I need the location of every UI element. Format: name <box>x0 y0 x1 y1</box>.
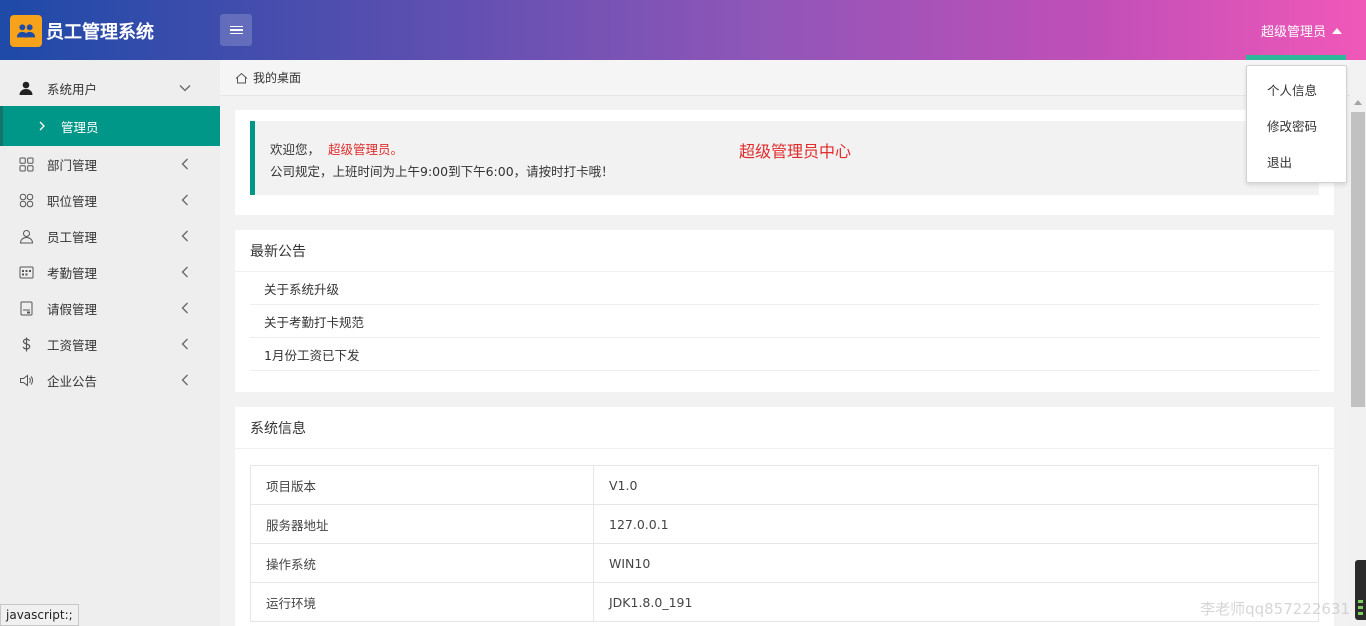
system-info-table: 项目版本 V1.0 服务器地址 127.0.0.1 操作系统 WIN10 运行环境 JD… <box>250 465 1319 622</box>
notice-item[interactable]: 关于考勤打卡规范 <box>250 305 1319 338</box>
info-key: 操作系统 <box>250 543 594 583</box>
notice-card: 最新公告 关于系统升级 关于考勤打卡规范 1月份工资已下发 <box>235 230 1334 392</box>
menu-item-change-password[interactable]: 修改密码 <box>1247 107 1346 143</box>
chevron-left-icon <box>178 337 192 351</box>
flower-icon <box>18 192 34 208</box>
notice-title: 最新公告 <box>235 230 1334 272</box>
info-value: V1.0 <box>593 465 1319 505</box>
sidebar-item-label: 企业公告 <box>47 373 98 389</box>
calendar-icon <box>18 264 34 280</box>
users-icon <box>16 24 36 38</box>
chevron-down-icon <box>178 81 192 95</box>
chevron-left-icon <box>178 373 192 387</box>
table-row: 操作系统 WIN10 <box>250 543 1319 583</box>
work-hours-rule: 公司规定，上班时间为上午9:00到下午6:00，请按时打卡哦！ <box>270 164 614 179</box>
sidebar-toggle-button[interactable] <box>220 14 252 46</box>
caret-up-icon <box>1332 27 1342 34</box>
browser-status-bar: javascript:; <box>0 604 79 626</box>
menu-item-logout[interactable]: 退出 <box>1247 143 1346 179</box>
person-icon <box>18 228 34 244</box>
table-row: 服务器地址 127.0.0.1 <box>250 504 1319 544</box>
home-icon <box>235 72 248 83</box>
sidebar-item-label: 工资管理 <box>47 337 98 353</box>
app-logo <box>10 15 42 47</box>
notice-item[interactable]: 1月份工资已下发 <box>250 338 1319 371</box>
vertical-scrollbar[interactable] <box>1350 96 1366 626</box>
table-row: 运行环境 JDK1.8.0_191 <box>250 582 1319 622</box>
welcome-greeting: 欢迎您， 超级管理员。 <box>270 139 403 158</box>
user-name: 超级管理员 <box>1260 25 1326 40</box>
sidebar-item-leave[interactable]: 请假管理 <box>0 290 220 326</box>
notice-list: 关于系统升级 关于考勤打卡规范 1月份工资已下发 <box>235 272 1334 371</box>
welcome-card: 欢迎您， 超级管理员。 公司规定，上班时间为上午9:00到下午6:00，请按时打卡… <box>235 110 1334 215</box>
main-content: 我的桌面 欢迎您， 超级管理员。 公司规定，上班时间为上午9:00到下午6:00，… <box>220 60 1350 626</box>
sidebar-item-label: 系统用户 <box>47 81 98 97</box>
info-key: 运行环境 <box>250 582 594 622</box>
sidebar-item-department[interactable]: 部门管理 <box>0 146 220 182</box>
sidebar-item-label: 职位管理 <box>47 193 98 209</box>
breadcrumb-home[interactable]: 我的桌面 <box>253 69 301 86</box>
sidebar-item-employee[interactable]: 员工管理 <box>0 218 220 254</box>
breadcrumb: 我的桌面 <box>220 60 1350 96</box>
sidebar-item-salary[interactable]: 工资管理 <box>0 326 220 362</box>
system-info-title: 系统信息 <box>235 407 1334 449</box>
chevron-left-icon <box>178 301 192 315</box>
sidebar-item-system-users[interactable]: 系统用户 <box>0 70 220 106</box>
chevron-left-icon <box>178 265 192 279</box>
user-menu-button[interactable]: 超级管理员 <box>1261 21 1342 40</box>
sidebar-item-label: 员工管理 <box>47 229 98 245</box>
sidebar: 系统用户 管理员 部门管理 职位管理 员工管理 考勤管理 请假管理 工资管理 企… <box>0 60 220 626</box>
sidebar-item-label: 请假管理 <box>47 301 98 317</box>
user-dropdown-menu: 个人信息 修改密码 退出 <box>1246 65 1347 183</box>
sidebar-item-attendance[interactable]: 考勤管理 <box>0 254 220 290</box>
info-value: 127.0.0.1 <box>593 504 1319 544</box>
info-key: 项目版本 <box>250 465 594 505</box>
info-key: 服务器地址 <box>250 504 594 544</box>
top-header: 员工管理系统 超级管理员 <box>0 0 1366 60</box>
greeting-user: 超级管理员。 <box>328 142 404 157</box>
speaker-icon <box>18 372 34 388</box>
scroll-up-arrow-icon[interactable] <box>1354 100 1362 105</box>
chevron-left-icon <box>178 157 192 171</box>
hamburger-icon <box>229 25 243 35</box>
sidebar-item-announcement[interactable]: 企业公告 <box>0 362 220 398</box>
corner-widget <box>1355 560 1366 620</box>
center-title: 超级管理员中心 <box>739 142 852 161</box>
chevron-left-icon <box>178 229 192 243</box>
document-icon <box>18 300 34 316</box>
greeting-text: 欢迎您， <box>270 142 321 157</box>
app-title: 员工管理系统 <box>46 22 154 43</box>
sidebar-item-label: 部门管理 <box>47 157 98 173</box>
user-solid-icon <box>18 80 34 96</box>
sidebar-subitem-admin[interactable]: 管理员 <box>0 106 220 146</box>
sidebar-item-position[interactable]: 职位管理 <box>0 182 220 218</box>
scroll-thumb[interactable] <box>1351 112 1365 407</box>
sidebar-subitem-label: 管理员 <box>61 119 99 135</box>
chevron-left-icon <box>178 193 192 207</box>
chevron-right-icon <box>39 119 45 134</box>
system-info-card: 系统信息 项目版本 V1.0 服务器地址 127.0.0.1 操作系统 WIN10 运… <box>235 407 1334 626</box>
sidebar-item-label: 考勤管理 <box>47 265 98 281</box>
grid-icon <box>18 156 34 172</box>
table-row: 项目版本 V1.0 <box>250 465 1319 505</box>
watermark: 李老师qq857222631 <box>1200 600 1350 618</box>
menu-item-profile[interactable]: 个人信息 <box>1247 71 1346 107</box>
welcome-box: 欢迎您， 超级管理员。 公司规定，上班时间为上午9:00到下午6:00，请按时打卡… <box>250 121 1319 195</box>
notice-item[interactable]: 关于系统升级 <box>250 272 1319 305</box>
dollar-icon <box>18 336 34 352</box>
info-value: WIN10 <box>593 543 1319 583</box>
